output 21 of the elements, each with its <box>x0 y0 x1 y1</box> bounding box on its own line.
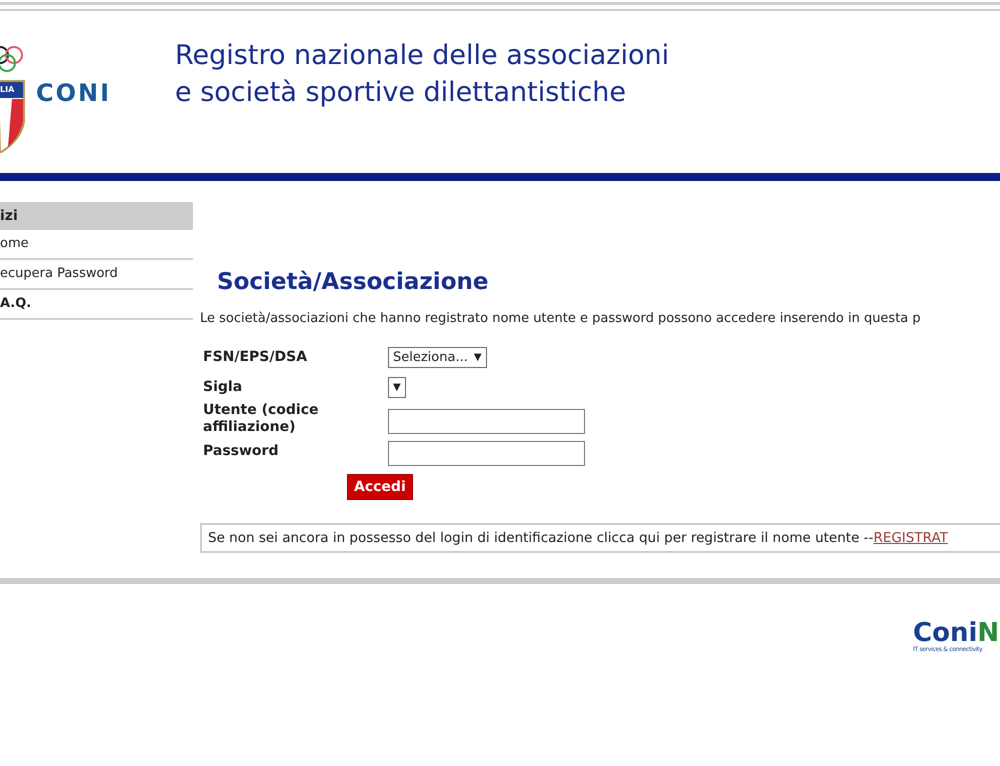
login-button[interactable]: Accedi <box>347 474 413 500</box>
register-notice: Se non sei ancora in possesso del login di identificazione clicca qui per registrare il nome utente --REGISTRAT <box>200 523 1000 553</box>
field-label: FSN/EPS/DSA <box>203 348 308 366</box>
sidebar-item[interactable]: ome <box>0 230 193 260</box>
page-title: Società/Associazione <box>217 269 490 295</box>
field-label: Utente (codice affiliazione) <box>203 402 320 436</box>
input-field[interactable] <box>388 440 585 466</box>
intro-text: Le società/associazioni che hanno registrato nome utente e password possono accedere inserendo in questa p <box>200 311 922 326</box>
logo-text: CONI <box>36 79 112 107</box>
dropdown[interactable]: Seleziona... ▼ <box>388 346 487 368</box>
register-link[interactable]: REGISTRAT <box>873 530 948 546</box>
site-title: Registro nazionale delle associazioni <box>175 39 670 73</box>
sidebar-item[interactable]: A.Q. <box>0 290 193 320</box>
sidebar-heading: izi <box>0 202 193 230</box>
site-title: e società sportive dilettantistiche <box>175 76 627 110</box>
sidebar-item[interactable]: ecupera Password <box>0 260 193 290</box>
input-field[interactable] <box>388 408 585 434</box>
dropdown[interactable]: ▼ <box>388 376 406 398</box>
field-label: Sigla <box>203 378 244 396</box>
field-label: Password <box>203 442 280 460</box>
logo-text: LIA <box>0 85 14 94</box>
